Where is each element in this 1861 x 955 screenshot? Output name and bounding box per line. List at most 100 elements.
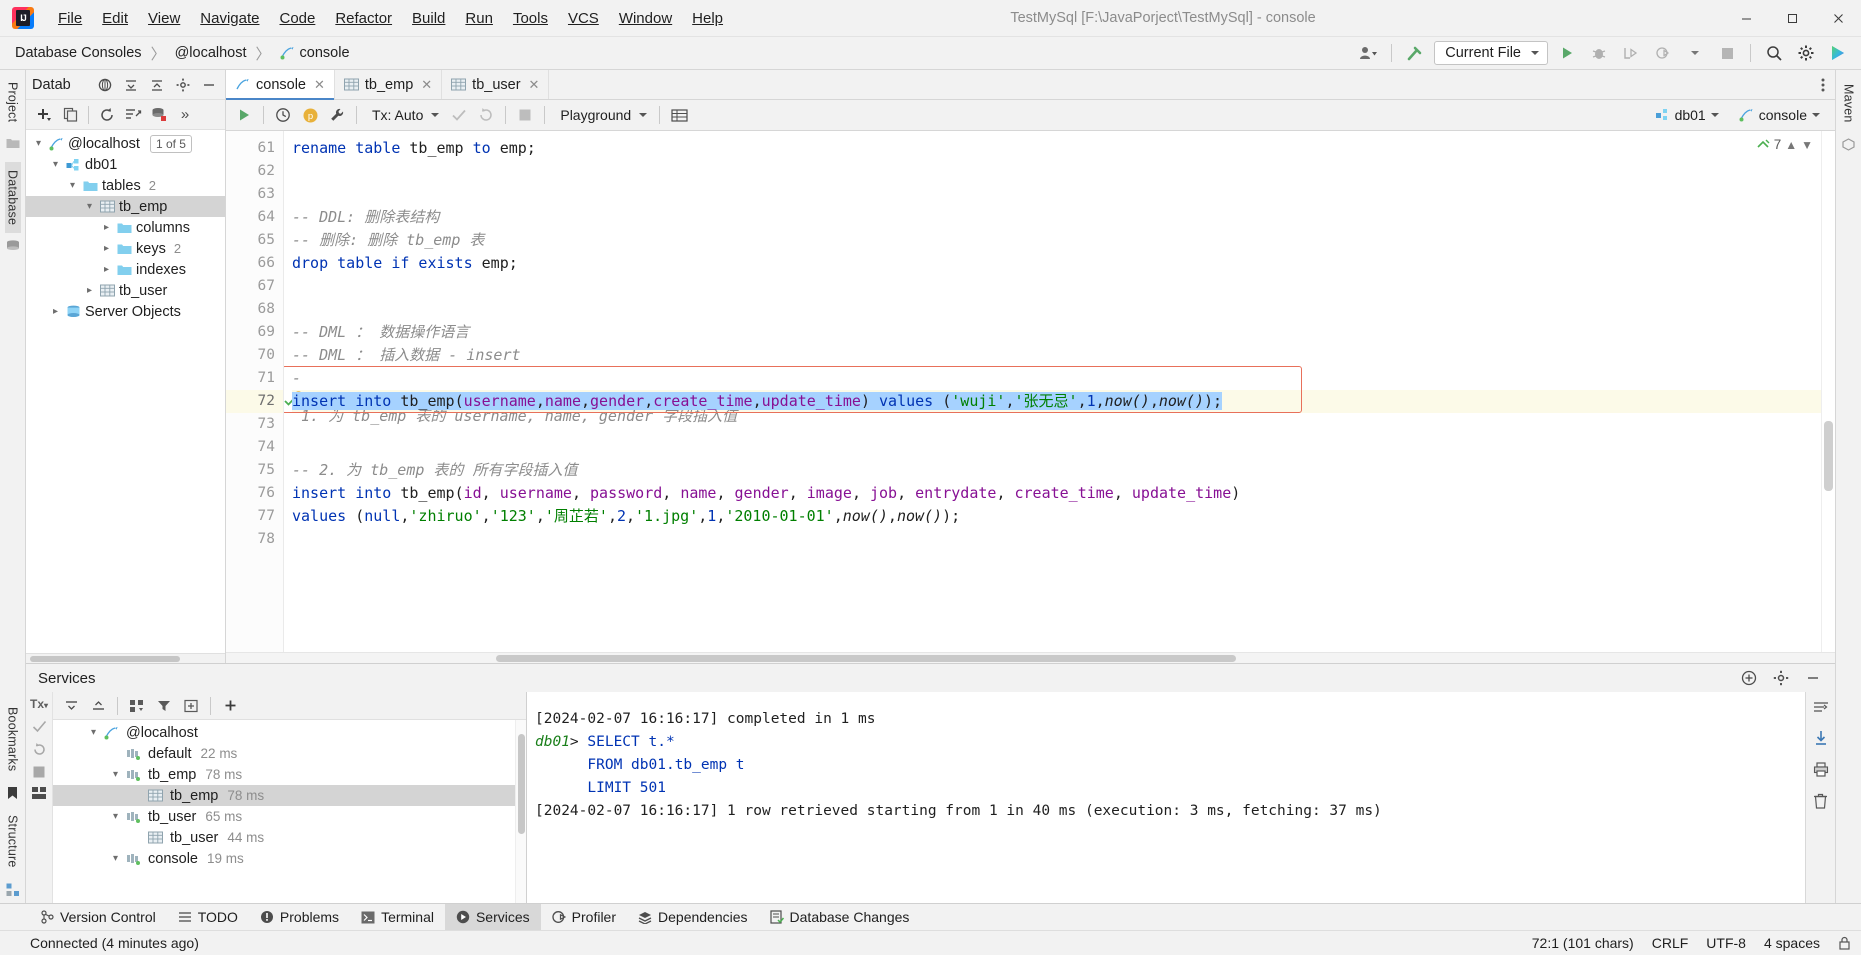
transaction-mode-selector[interactable]: Tx: Auto (364, 105, 444, 125)
chevron-right-icon[interactable]: ▸ (49, 306, 62, 317)
code-line[interactable] (292, 275, 1835, 298)
chevron-down-icon[interactable]: ▾ (83, 201, 96, 212)
menu-window[interactable]: Window (609, 6, 682, 31)
profile-dropdown-icon[interactable] (1682, 41, 1708, 65)
commit-icon[interactable] (32, 720, 47, 733)
tool-window-bar[interactable]: Version Control TODO Problems Terminal Servi… (0, 903, 1861, 930)
tab-options-icon[interactable] (1811, 70, 1835, 99)
chevron-down-icon[interactable]: ▾ (32, 138, 45, 149)
editor-tab-tb_emp[interactable]: tb_emp ✕ (335, 70, 443, 99)
profile-icon[interactable] (1650, 41, 1676, 65)
database-panel-hscrollbar[interactable] (26, 653, 225, 663)
settings-icon[interactable] (171, 74, 195, 96)
code-line[interactable]: -- DML ： 数据操作语言 (292, 321, 1835, 344)
search-everywhere-icon[interactable] (1761, 41, 1787, 65)
collapse-all-icon[interactable] (59, 695, 83, 717)
toolwindow-tab-dependencies[interactable]: Dependencies (627, 904, 759, 930)
db-tree-node[interactable]: ▸ Server Objects (26, 301, 225, 322)
code-line[interactable]: values (null,'zhiruo','123','周芷若',2,'1.j… (292, 505, 1835, 528)
chevron-down-icon[interactable]: ▼ (1801, 138, 1813, 152)
collapse-all-icon[interactable] (119, 74, 143, 96)
toolwindow-tab-services[interactable]: Services (444, 904, 541, 930)
services-tree-node[interactable]: tb_emp 78 ms (53, 785, 515, 806)
commit-icon[interactable] (447, 104, 471, 126)
delete-icon[interactable] (1813, 793, 1828, 809)
run-icon[interactable] (1554, 41, 1580, 65)
chevron-right-icon[interactable]: ▸ (100, 243, 113, 254)
chevron-down-icon[interactable]: ▾ (109, 769, 122, 780)
chevron-down-icon[interactable]: ▾ (109, 811, 122, 822)
wrap-text-icon[interactable] (1813, 700, 1829, 714)
chevron-down-icon[interactable]: ▾ (109, 853, 122, 864)
code-line[interactable] (292, 183, 1835, 206)
more-icon[interactable]: » (173, 104, 197, 126)
close-tab-icon[interactable]: ✕ (314, 77, 325, 93)
bookmark-icon[interactable] (7, 786, 18, 800)
ide-helper-icon[interactable] (1825, 41, 1851, 65)
user-avatar-icon[interactable] (1355, 41, 1381, 65)
services-tree[interactable]: ▾ @localhost default 22 ms ▾ tb_emp 78 ms tb_em… (53, 720, 515, 903)
breadcrumb-console[interactable]: console (277, 43, 353, 63)
db-tree-node[interactable]: ▾ tables 2 (26, 175, 225, 196)
breadcrumb-database-consoles[interactable]: Database Consoles (12, 43, 145, 63)
plus-icon[interactable] (218, 695, 242, 717)
schema-selector[interactable]: Playground (552, 105, 652, 125)
code-content[interactable]: rename table tb_emp to emp; -- DDL: 删除表结… (284, 131, 1835, 652)
data-editor-icon[interactable] (667, 104, 691, 126)
settings-wrench-icon[interactable] (325, 104, 349, 126)
add-service-icon[interactable] (1737, 667, 1761, 689)
stop-icon[interactable] (33, 766, 45, 778)
toolwindow-tab-problems[interactable]: Problems (249, 904, 350, 930)
expand-all-icon[interactable] (86, 695, 110, 717)
filter-icon[interactable] (152, 695, 176, 717)
db-tree-node[interactable]: ▸ columns (26, 217, 225, 238)
toolwindow-tab-profiler[interactable]: Profiler (541, 904, 627, 930)
chevron-down-icon[interactable]: ▾ (66, 180, 79, 191)
menu-tools[interactable]: Tools (503, 6, 558, 31)
run-with-coverage-icon[interactable] (1618, 41, 1644, 65)
sidebar-item-database[interactable]: Database (4, 162, 21, 234)
code-line[interactable]: -- 删除: 删除 tb_emp 表 (292, 229, 1835, 252)
debug-icon[interactable] (1586, 41, 1612, 65)
inspection-widget[interactable]: 7 ▲ ▼ (1756, 137, 1813, 152)
minimize-button[interactable] (1723, 0, 1769, 37)
rollback-icon[interactable] (32, 742, 47, 757)
datasource-selector[interactable]: db01 (1650, 105, 1724, 125)
close-tab-icon[interactable]: ✕ (421, 77, 432, 93)
db-tree-node[interactable]: ▾ @localhost 1 of 5 (26, 133, 225, 154)
hammer-icon[interactable] (1402, 41, 1428, 65)
file-encoding[interactable]: UTF-8 (1706, 935, 1746, 951)
database-stack-icon[interactable] (6, 240, 20, 252)
services-tree-node[interactable]: ▾ @localhost (53, 722, 515, 743)
chevron-right-icon[interactable]: ▸ (100, 222, 113, 233)
menu-code[interactable]: Code (269, 6, 325, 31)
services-tree-node[interactable]: tb_user 44 ms (53, 827, 515, 848)
services-tree-scrollbar[interactable] (515, 720, 526, 903)
menu-navigate[interactable]: Navigate (190, 6, 269, 31)
chevron-down-icon[interactable]: ▾ (87, 727, 100, 738)
editor-tab-console[interactable]: console ✕ (226, 70, 335, 100)
menu-file[interactable]: File (48, 6, 92, 31)
breadcrumb-localhost[interactable]: @localhost (172, 43, 250, 63)
settings-icon[interactable] (1769, 667, 1793, 689)
db-tree-node[interactable]: ▸ keys 2 (26, 238, 225, 259)
editor-hscrollbar[interactable] (226, 652, 1835, 663)
services-tree-node[interactable]: ▾ tb_emp 78 ms (53, 764, 515, 785)
session-selector[interactable]: console (1734, 105, 1825, 125)
chevron-right-icon[interactable]: ▸ (83, 285, 96, 296)
data-sources-icon[interactable] (93, 74, 117, 96)
folder-icon[interactable] (6, 137, 20, 149)
toolwindow-tab-database-changes[interactable]: Database Changes (759, 904, 921, 930)
menu-help[interactable]: Help (682, 6, 733, 31)
code-line[interactable]: -- DDL: 删除表结构 (292, 206, 1835, 229)
menu-view[interactable]: View (138, 6, 190, 31)
hide-icon[interactable] (1801, 667, 1825, 689)
close-tab-icon[interactable]: ✕ (529, 77, 540, 93)
menu-build[interactable]: Build (402, 6, 455, 31)
sidebar-item-structure[interactable]: Structure (5, 807, 21, 876)
db-tree-node[interactable]: ▾ db01 (26, 154, 225, 175)
close-button[interactable] (1815, 0, 1861, 37)
add-tab-icon[interactable] (179, 695, 203, 717)
sidebar-item-maven[interactable]: Maven (1841, 76, 1857, 131)
code-line[interactable]: - 1. 为 tb_emp 表的 username, name, gender … (292, 367, 1835, 425)
